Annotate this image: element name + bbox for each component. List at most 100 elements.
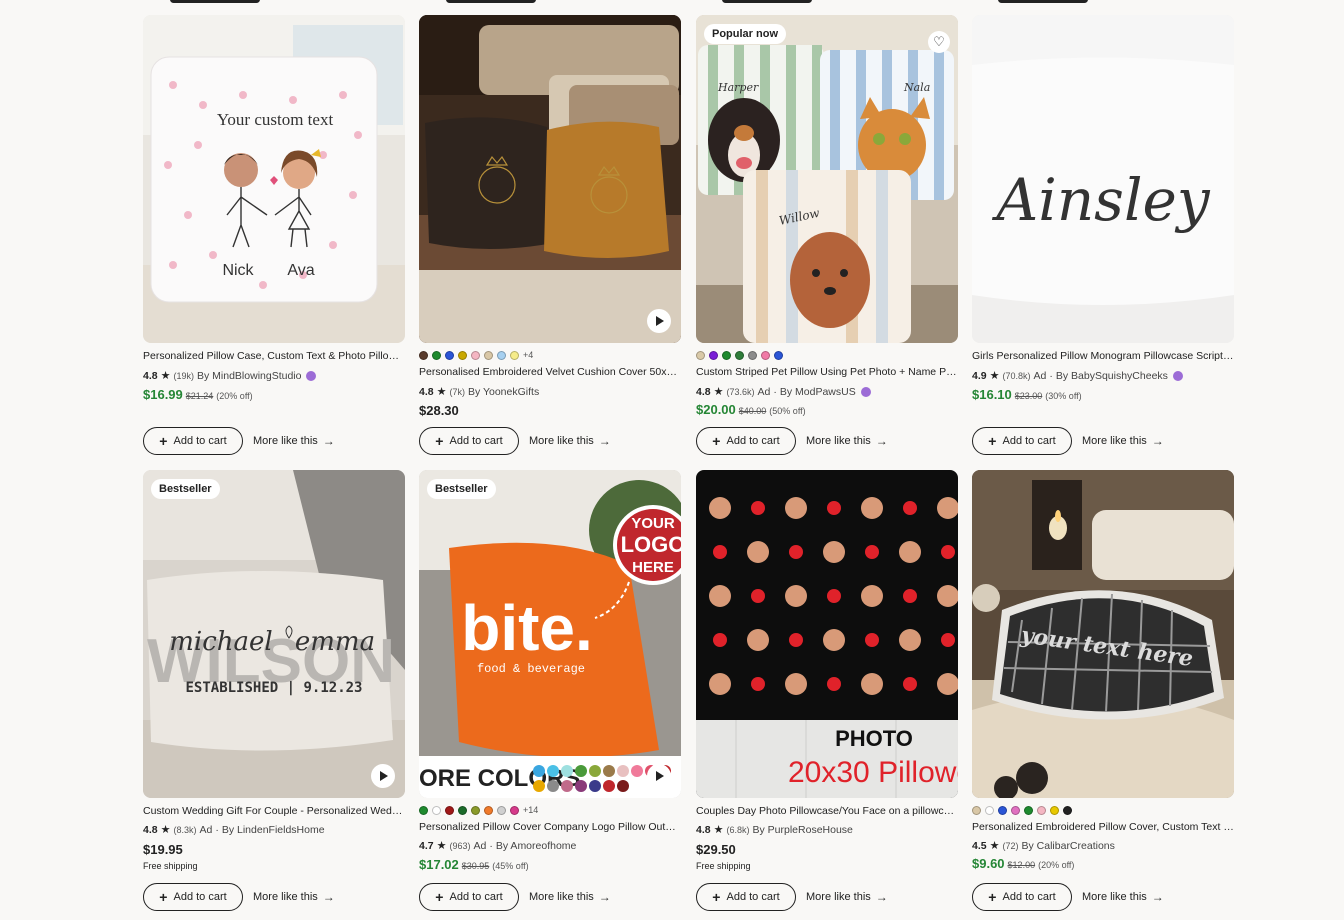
add-to-cart-button[interactable]: + Add to cart	[419, 427, 519, 455]
image-text: LOGO	[621, 532, 681, 557]
shop-name[interactable]: By ModPawsUS	[780, 386, 856, 398]
price-row: $9.60 $12.00 (20% off)	[972, 856, 1074, 871]
ad-label: Ad	[199, 823, 213, 836]
image-text: food & beverage	[477, 662, 585, 676]
shop-name[interactable]: By Amoreofhome	[496, 840, 577, 852]
add-to-cart-button[interactable]: + Add to cart	[143, 427, 243, 455]
color-swatch	[1024, 805, 1033, 815]
color-swatches[interactable]	[696, 350, 783, 360]
listing-title[interactable]: Personalised Embroidered Velvet Cushion …	[419, 366, 681, 378]
listing-title[interactable]: Custom Striped Pet Pillow Using Pet Phot…	[696, 366, 958, 378]
dot-separator: ·	[215, 823, 219, 836]
listing-title[interactable]: Personalized Embroidered Pillow Cover, C…	[972, 821, 1234, 833]
rating-score: 4.7	[419, 839, 434, 852]
plus-icon: +	[712, 889, 721, 905]
listing-image[interactable]: Your custom text Nick Ava	[143, 15, 405, 343]
more-like-this-link[interactable]: More like this →	[806, 890, 888, 904]
more-like-this-link[interactable]: More like this →	[806, 434, 888, 448]
more-like-this-link[interactable]: More like this →	[1082, 434, 1164, 448]
color-swatch	[458, 350, 467, 360]
free-shipping-label: Free shipping	[143, 861, 198, 871]
listing-image[interactable]: your text here	[972, 470, 1234, 798]
listing-title[interactable]: Custom Wedding Gift For Couple - Persona…	[143, 805, 405, 817]
color-swatches[interactable]: +4	[419, 350, 533, 360]
star-seller-icon	[1172, 370, 1183, 381]
price: $29.50	[696, 842, 736, 857]
card-actions: + Add to cart More like this →	[696, 883, 888, 911]
listing-image[interactable]: Harper Nala Willow Popular now ♡	[696, 15, 958, 343]
color-swatch	[419, 805, 428, 815]
price: $28.30	[419, 403, 459, 418]
discount: (30% off)	[1045, 391, 1082, 401]
card-actions: + Add to cart More like this →	[419, 427, 611, 455]
add-to-cart-label: Add to cart	[449, 891, 503, 903]
more-like-this-link[interactable]: More like this →	[253, 434, 335, 448]
heart-icon[interactable]: ♡	[928, 31, 950, 53]
more-like-this-link[interactable]: More like this →	[529, 890, 611, 904]
listing-title[interactable]: Girls Personalized Pillow Monogram Pillo…	[972, 350, 1234, 362]
listing-image[interactable]: Ainsley	[972, 15, 1234, 343]
color-swatch	[735, 350, 744, 360]
color-swatch	[445, 805, 454, 815]
free-shipping-label: Free shipping	[696, 861, 751, 871]
discount: (20% off)	[1038, 860, 1075, 870]
add-to-cart-button[interactable]: + Add to cart	[972, 427, 1072, 455]
listing-image[interactable]: bite. food & beverage YOUR LOGO HERE ORE…	[419, 470, 681, 798]
color-swatch	[1063, 805, 1072, 815]
arrow-right-icon: →	[875, 890, 888, 904]
discount: (45% off)	[492, 861, 529, 871]
color-swatch	[696, 350, 705, 360]
add-to-cart-button[interactable]: + Add to cart	[419, 883, 519, 911]
listing-rating: 4.9 ★ (70.8k) Ad · By BabySquishyCheeks	[972, 369, 1183, 382]
listing-rating: 4.5 ★ (72) By CalibarCreations	[972, 839, 1115, 853]
color-swatches[interactable]	[972, 805, 1072, 815]
shop-name[interactable]: By LindenFieldsHome	[222, 824, 325, 836]
previous-row-buttons	[0, 0, 1344, 4]
price-row: $20.00 $40.00 (50% off)	[696, 402, 806, 417]
shop-name[interactable]: By MindBlowingStudio	[197, 370, 301, 382]
dot-separator: ·	[489, 839, 493, 852]
more-like-this-label: More like this	[806, 891, 871, 903]
shop-name[interactable]: By BabySquishyCheeks	[1056, 370, 1168, 382]
listing-image[interactable]: WILSON michael emma ESTABLISHED | 9.12.2…	[143, 470, 405, 798]
color-swatches[interactable]: +14	[419, 805, 538, 815]
image-text: Nala	[903, 81, 930, 94]
play-icon[interactable]	[371, 764, 395, 788]
more-like-this-label: More like this	[806, 435, 871, 447]
more-like-this-link[interactable]: More like this →	[1082, 890, 1164, 904]
listing-title[interactable]: Personalized Pillow Case, Custom Text & …	[143, 350, 405, 362]
rating-score: 4.9	[972, 369, 987, 382]
sale-price: $17.02	[419, 857, 459, 872]
listing-rating: 4.7 ★ (963) Ad · By Amoreofhome	[419, 839, 577, 853]
arrow-right-icon: →	[322, 890, 335, 904]
review-count: (19k)	[173, 370, 194, 381]
listing-image[interactable]: PHOTO 20x30 Pillowcase	[696, 470, 958, 798]
color-swatch	[471, 805, 480, 815]
original-price: $21.24	[185, 391, 214, 401]
more-like-this-link[interactable]: More like this →	[529, 434, 611, 448]
add-to-cart-button[interactable]: + Add to cart	[696, 883, 796, 911]
listing-image[interactable]	[419, 15, 681, 343]
review-count: (72)	[1002, 840, 1019, 851]
shop-name[interactable]: By CalibarCreations	[1022, 840, 1115, 852]
shop-name[interactable]: By PurpleRoseHouse	[753, 824, 853, 836]
review-count: (963)	[449, 840, 471, 851]
add-to-cart-button[interactable]: + Add to cart	[972, 883, 1072, 911]
plus-icon: +	[159, 433, 168, 449]
shop-name[interactable]: By YoonekGifts	[468, 386, 539, 398]
more-like-this-link[interactable]: More like this →	[253, 890, 335, 904]
listing-title[interactable]: Couples Day Photo Pillowcase/You Face on…	[696, 805, 958, 817]
add-to-cart-button[interactable]: + Add to cart	[696, 427, 796, 455]
add-to-cart-button[interactable]: + Add to cart	[143, 883, 243, 911]
listing-title[interactable]: Personalized Pillow Cover Company Logo P…	[419, 821, 681, 833]
plus-icon: +	[435, 889, 444, 905]
card-actions: + Add to cart More like this →	[972, 427, 1164, 455]
play-icon[interactable]	[647, 309, 671, 333]
more-like-this-label: More like this	[253, 435, 318, 447]
color-swatch	[774, 350, 783, 360]
star-seller-icon	[306, 370, 317, 381]
image-text: YOUR	[631, 515, 675, 532]
play-icon[interactable]	[647, 764, 671, 788]
original-price: $30.95	[461, 861, 490, 871]
price-row: $16.10 $23.00 (30% off)	[972, 387, 1082, 402]
